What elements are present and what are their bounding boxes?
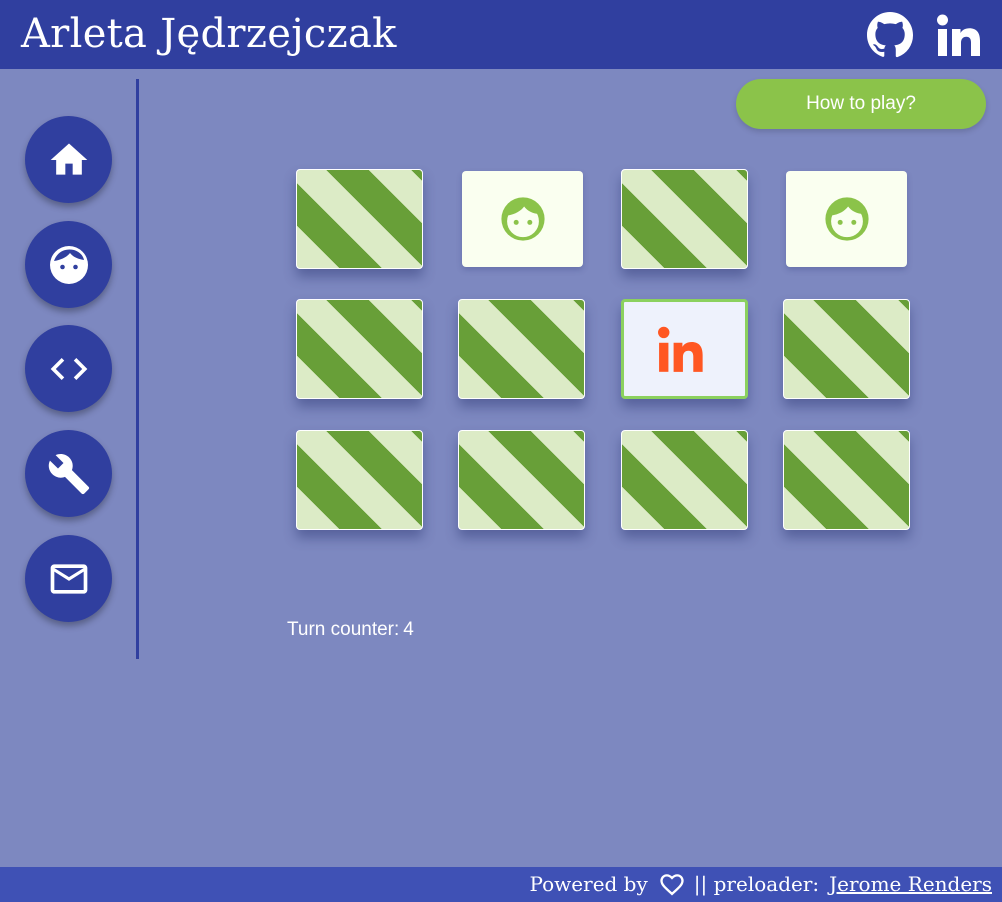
memory-card-5[interactable] <box>296 299 423 399</box>
how-to-play-button[interactable]: How to play? <box>736 79 986 129</box>
face-icon <box>500 197 545 241</box>
turn-counter: Turn counter: 4 <box>287 619 414 641</box>
home-icon <box>50 143 87 175</box>
site-title: Arleta Jędrzejczak <box>21 11 397 57</box>
memory-card-4[interactable] <box>786 171 907 267</box>
face-icon <box>824 197 869 241</box>
mail-icon <box>50 563 87 594</box>
memory-card-12[interactable] <box>783 430 910 530</box>
memory-card-1[interactable] <box>296 169 423 269</box>
nav-contact-button[interactable] <box>25 535 112 622</box>
header-bar: Arleta Jędrzejczak <box>0 0 1002 69</box>
github-icon[interactable] <box>866 11 914 59</box>
nav-about-button[interactable] <box>25 221 112 308</box>
code-icon <box>50 357 87 380</box>
turn-counter-label: Turn counter: <box>287 619 400 640</box>
memory-card-10[interactable] <box>458 430 585 530</box>
linkedin-icon[interactable] <box>932 12 986 58</box>
wrench-icon <box>48 453 89 494</box>
memory-card-7[interactable] <box>621 299 748 399</box>
memory-card-11[interactable] <box>621 430 748 530</box>
memory-card-2[interactable] <box>462 171 583 267</box>
nav-tools-button[interactable] <box>25 430 112 517</box>
face-icon <box>49 245 88 284</box>
memory-card-3[interactable] <box>621 169 748 269</box>
sidebar-divider <box>136 79 139 659</box>
powered-by-text: Powered by <box>529 872 648 896</box>
preloader-author-link[interactable]: Jerome Renders <box>829 872 992 896</box>
memory-card-8[interactable] <box>783 299 910 399</box>
turn-counter-value: 4 <box>403 619 414 640</box>
nav-code-button[interactable] <box>25 325 112 412</box>
linkedin-icon <box>657 326 703 372</box>
memory-card-9[interactable] <box>296 430 423 530</box>
memory-card-6[interactable] <box>458 299 585 399</box>
nav-home-button[interactable] <box>25 116 112 203</box>
heart-icon <box>660 874 684 896</box>
footer-bar: Powered by || preloader: Jerome Renders <box>0 867 1002 902</box>
preloader-label: || preloader: <box>693 872 820 896</box>
